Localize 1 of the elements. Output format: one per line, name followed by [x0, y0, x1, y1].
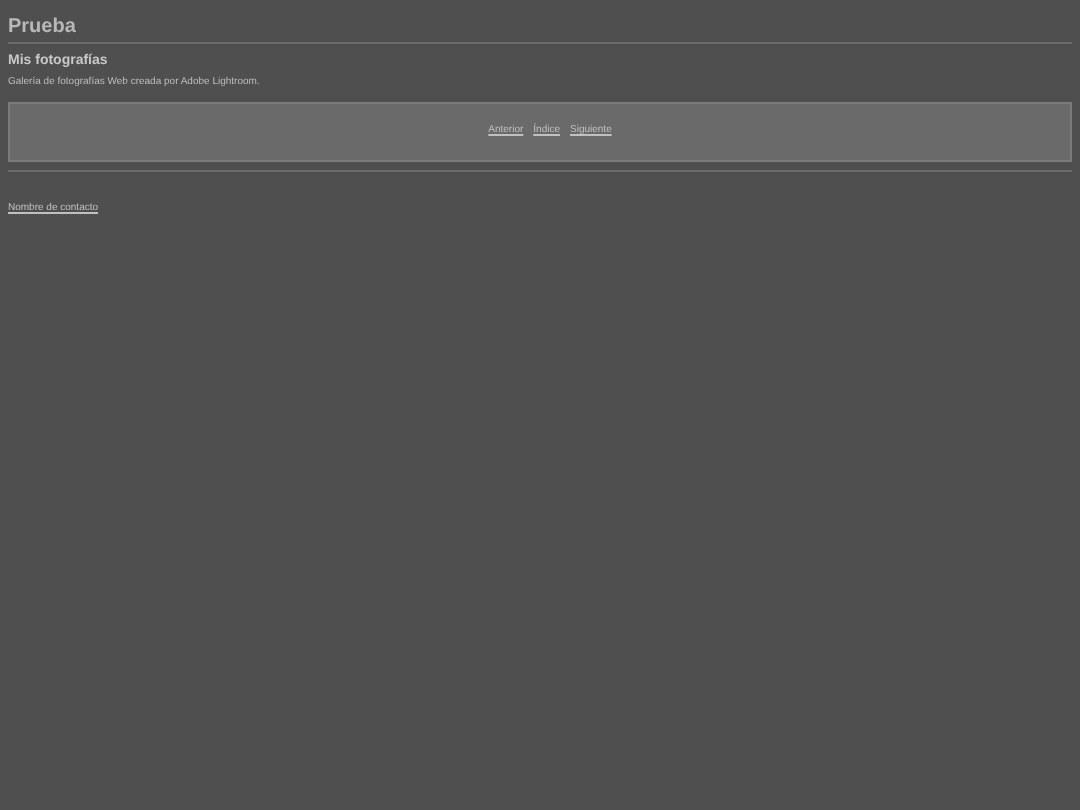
- site-title: Prueba: [8, 16, 78, 40]
